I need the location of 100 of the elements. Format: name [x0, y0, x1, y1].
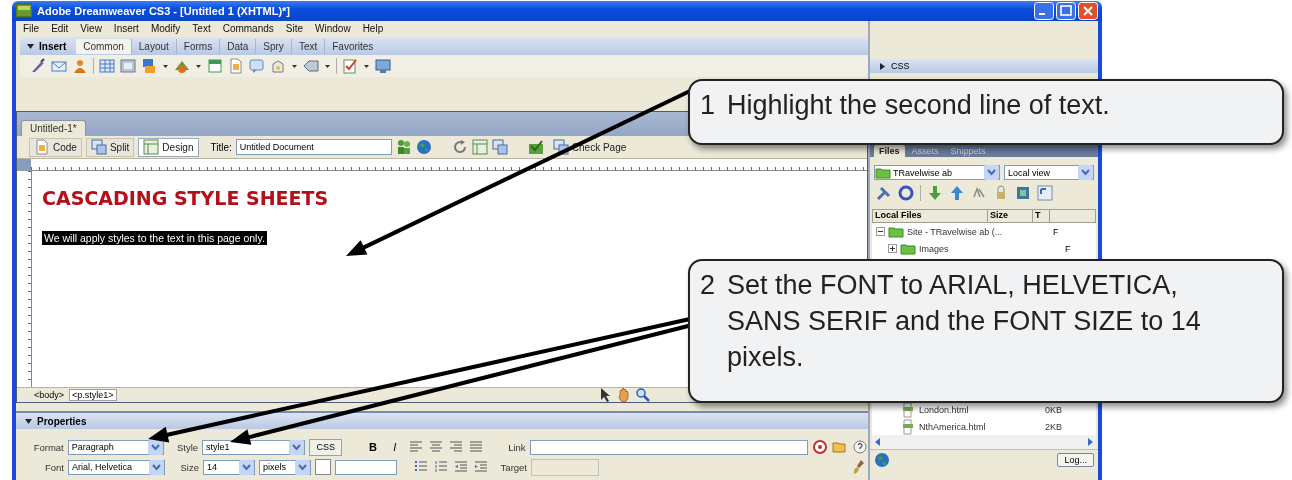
insert-tab[interactable]: Favorites: [324, 38, 381, 54]
site-map-icon[interactable]: [1015, 185, 1031, 201]
document-tab[interactable]: Untitled-1*: [21, 120, 86, 136]
insert-tab[interactable]: Data: [219, 38, 256, 54]
menu-item[interactable]: Window: [309, 23, 357, 34]
person-icon[interactable]: [72, 58, 88, 74]
color-swatch[interactable]: [315, 459, 331, 475]
table-icon[interactable]: [99, 58, 115, 74]
document-icon[interactable]: [228, 58, 244, 74]
globe-icon[interactable]: [874, 452, 890, 468]
view-button[interactable]: Code: [29, 137, 82, 157]
color-field[interactable]: [335, 459, 397, 475]
outdent-icon[interactable]: [453, 459, 469, 475]
help-icon[interactable]: [852, 439, 869, 455]
refresh-icon[interactable]: [451, 139, 468, 155]
size-dropdown[interactable]: 14: [203, 459, 255, 475]
panel-title: CSS: [891, 61, 910, 71]
hand-icon[interactable]: [616, 387, 632, 403]
menu-item[interactable]: View: [74, 23, 108, 34]
insert-tab[interactable]: Layout: [130, 38, 176, 54]
collapse-box-icon[interactable]: [876, 227, 885, 236]
maximize-button[interactable]: [1056, 2, 1076, 20]
insert-tab[interactable]: Spry: [255, 38, 291, 54]
down-arrow-icon[interactable]: [927, 185, 943, 201]
file-name[interactable]: Images: [919, 243, 1029, 254]
target-icon[interactable]: [812, 439, 829, 455]
site-dropdown[interactable]: TRavelwise ab: [874, 165, 1000, 180]
italic-button[interactable]: I: [385, 441, 404, 453]
template-icon[interactable]: [270, 58, 286, 74]
expand-box-icon[interactable]: [888, 244, 897, 253]
field-label: Link: [507, 441, 526, 453]
expand-icon[interactable]: [1037, 185, 1053, 201]
people-icon[interactable]: [395, 139, 412, 155]
tag-selector[interactable]: <body>: [31, 389, 68, 401]
menu-item[interactable]: Help: [356, 23, 390, 34]
frame-icon[interactable]: [120, 58, 136, 74]
title-field[interactable]: Untitled Document: [235, 139, 392, 155]
monitor-icon[interactable]: [375, 58, 391, 74]
align-right-icon[interactable]: [447, 439, 464, 455]
insert-tab[interactable]: Text: [290, 38, 325, 54]
file-name[interactable]: Site - TRavelwise ab (...: [907, 226, 1017, 237]
view-button[interactable]: Split: [85, 137, 135, 157]
calendar-icon[interactable]: [207, 58, 223, 74]
panel-title: Insert: [39, 40, 67, 52]
up-arrow-icon[interactable]: [949, 185, 965, 201]
image-icon[interactable]: [141, 58, 157, 74]
insert-tab[interactable]: Common: [76, 38, 131, 54]
minimize-button[interactable]: [1034, 2, 1054, 20]
column-header[interactable]: Local Files: [873, 210, 988, 222]
plug-icon[interactable]: [876, 185, 892, 201]
comment-icon[interactable]: [249, 58, 265, 74]
insert-tab[interactable]: Forms: [175, 38, 220, 54]
app-icon: [16, 3, 32, 19]
collapse-triangle-icon[interactable]: [24, 416, 33, 426]
menu-item[interactable]: Edit: [45, 23, 75, 34]
unit-dropdown[interactable]: pixels: [259, 459, 311, 475]
window-icon[interactable]: [491, 139, 508, 155]
sync-icon[interactable]: [898, 185, 914, 201]
link-field[interactable]: [529, 439, 809, 455]
column-header[interactable]: Size: [988, 210, 1033, 222]
close-button[interactable]: [1078, 2, 1098, 20]
document-icon: [34, 139, 50, 155]
justify-icon[interactable]: [467, 439, 484, 455]
checkmark-icon[interactable]: [527, 139, 544, 155]
style-dropdown[interactable]: style1: [202, 439, 306, 455]
scrollbar[interactable]: [872, 435, 1096, 449]
view-button[interactable]: Design: [138, 137, 199, 157]
numbered-list-icon[interactable]: [433, 459, 449, 475]
panel-tab[interactable]: Files: [874, 145, 905, 157]
log-button[interactable]: Log...: [1057, 453, 1094, 467]
envelope-icon[interactable]: [51, 58, 67, 74]
view-dropdown[interactable]: Local view: [1004, 165, 1094, 180]
menu-item[interactable]: Insert: [107, 23, 145, 34]
file-name[interactable]: NthAmerica.html: [919, 421, 1029, 432]
menu-item[interactable]: Site: [279, 23, 310, 34]
indent-icon[interactable]: [473, 459, 489, 475]
css-button[interactable]: CSS: [309, 438, 342, 456]
clipboard-icon[interactable]: [342, 58, 358, 74]
grid-icon[interactable]: [471, 139, 488, 155]
tag-selector[interactable]: <p.style1>: [69, 389, 117, 401]
menu-item[interactable]: File: [17, 23, 46, 34]
collapse-triangle-icon[interactable]: [26, 41, 35, 51]
quill-icon[interactable]: [30, 58, 46, 74]
menu-item[interactable]: Commands: [216, 23, 280, 34]
font-dropdown[interactable]: Arial, Helvetica: [68, 459, 165, 475]
format-dropdown[interactable]: Paragraph: [67, 439, 165, 455]
window-icon: [90, 139, 107, 155]
file-size: 2KB: [1044, 421, 1062, 432]
align-center-icon[interactable]: [427, 439, 444, 455]
magnifier-icon[interactable]: [635, 387, 651, 403]
bold-button[interactable]: B: [363, 441, 382, 453]
menu-item[interactable]: Text: [186, 23, 217, 34]
file-name[interactable]: London.html: [919, 404, 1029, 415]
align-left-icon[interactable]: [407, 439, 424, 455]
file-type: F: [1053, 226, 1059, 237]
menu-item[interactable]: Modify: [144, 23, 187, 34]
tag-icon[interactable]: [303, 58, 319, 74]
column-header[interactable]: T: [1033, 210, 1050, 222]
expand-triangle-icon[interactable]: [878, 61, 887, 71]
globe-icon[interactable]: [415, 139, 432, 155]
